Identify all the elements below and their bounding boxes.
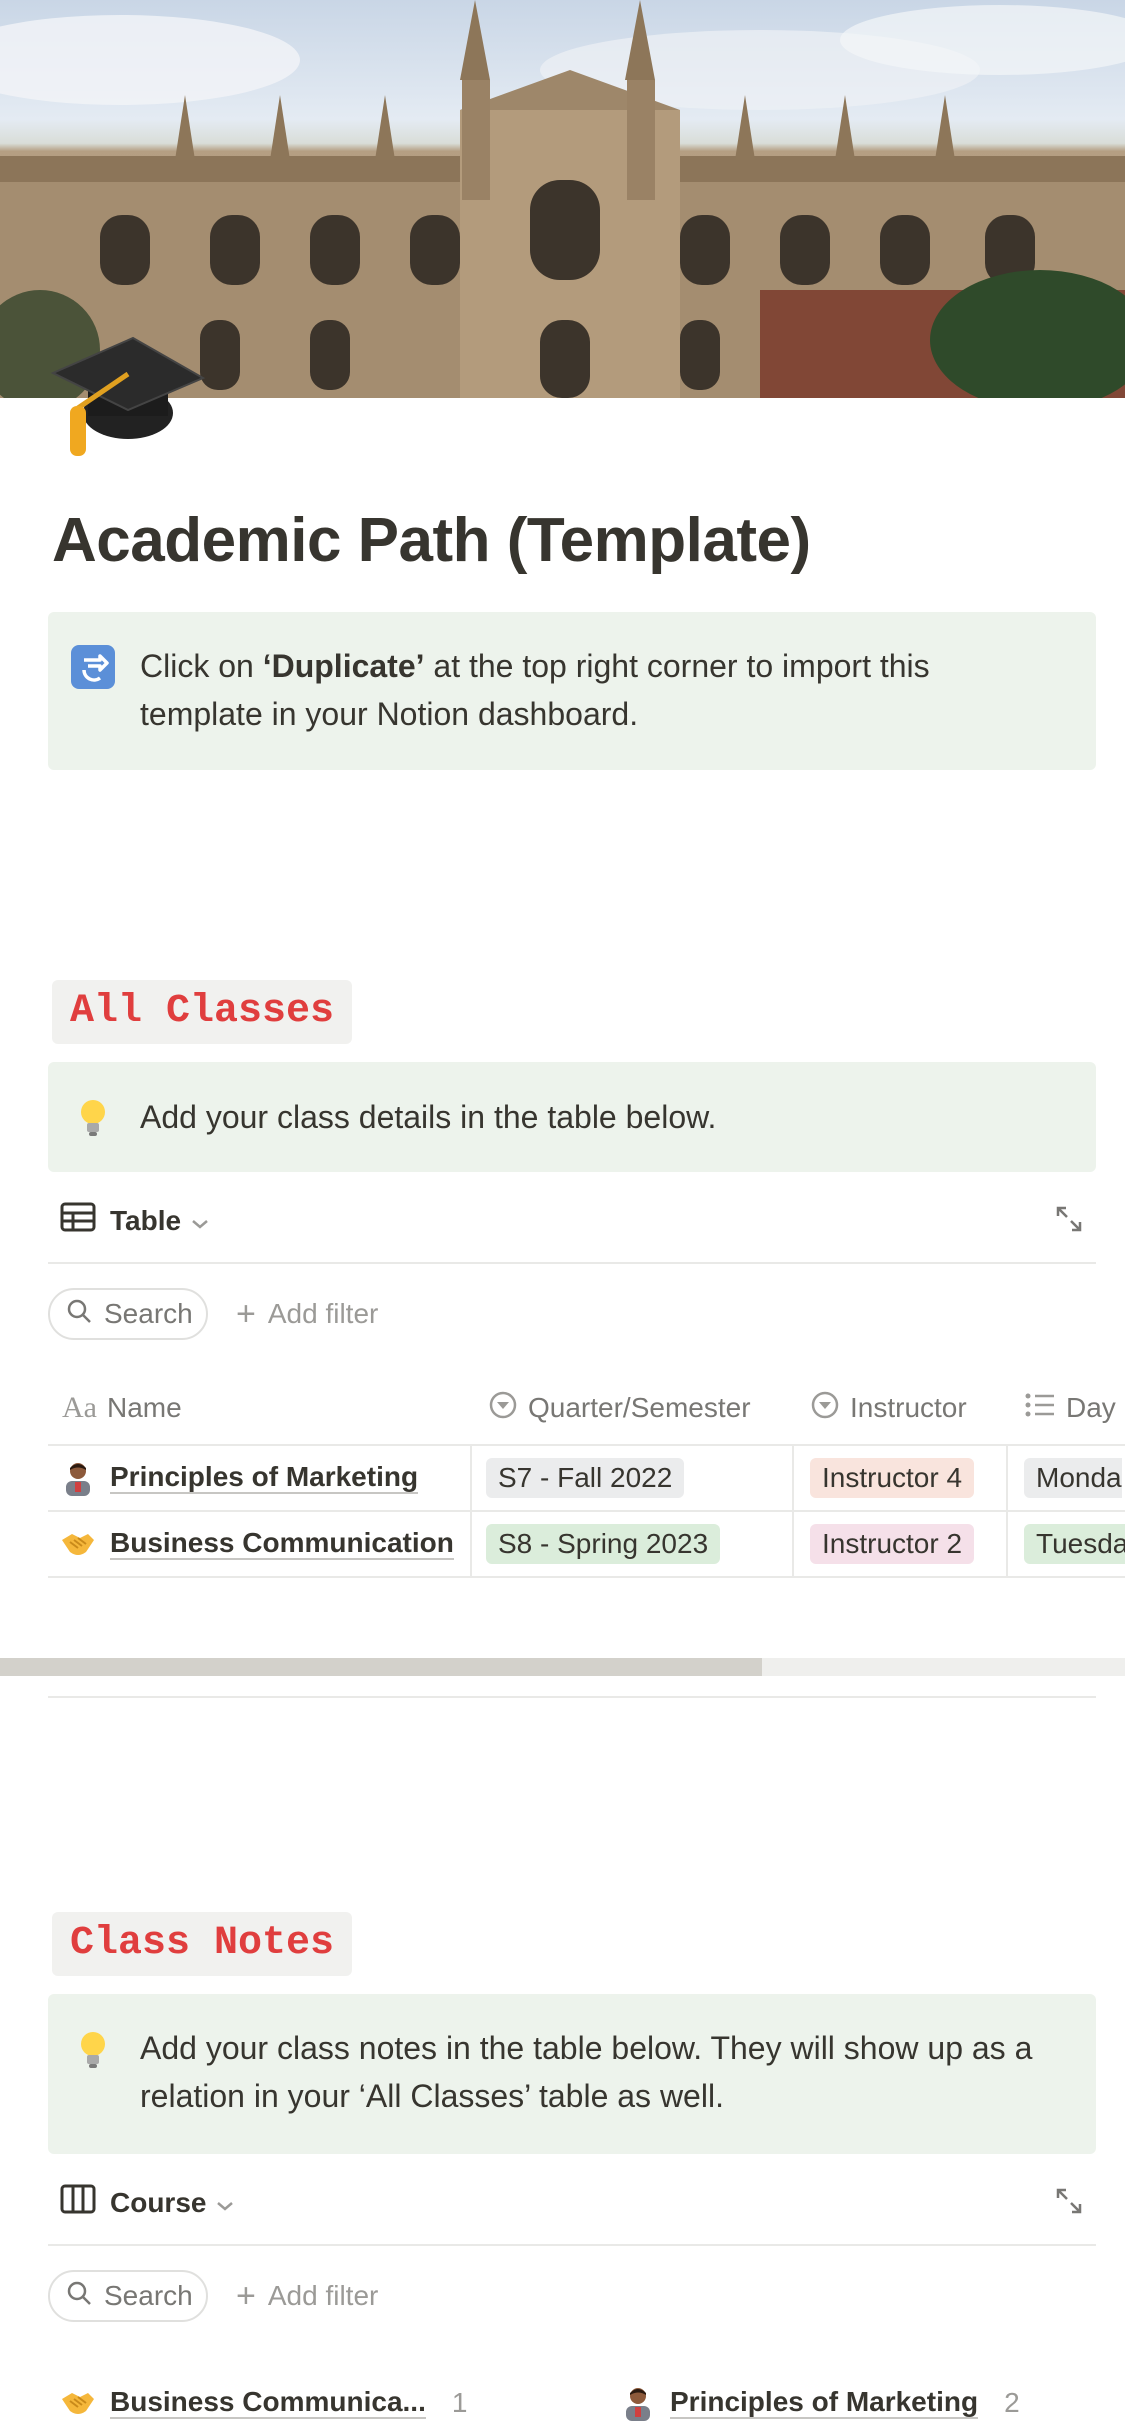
day-tag: Monda xyxy=(1024,1458,1122,1498)
callout-text: Click on ‘Duplicate’ at the top right co… xyxy=(140,648,930,732)
group-label: Principles of Marketing xyxy=(670,2386,979,2419)
select-icon xyxy=(488,1390,528,1427)
table-view-button[interactable]: Table xyxy=(60,1202,223,1239)
column-divider xyxy=(1006,1446,1008,1510)
search-button[interactable]: Search xyxy=(48,2270,208,2322)
instructor-tag: Instructor 2 xyxy=(810,1524,975,1564)
day-tag: Tuesda xyxy=(1024,1524,1125,1564)
table-icon xyxy=(60,1202,110,1239)
select-icon xyxy=(810,1390,850,1427)
board-icon xyxy=(60,2184,110,2221)
board-view-bar: Course xyxy=(48,2168,1096,2246)
text-aa-icon: Aa xyxy=(62,1391,97,1424)
duplicate-callout: Click on ‘Duplicate’ at the top right co… xyxy=(48,612,1096,770)
add-filter-label: Add filter xyxy=(267,1298,379,1329)
all-classes-heading: All Classes xyxy=(52,980,353,1044)
teacher-emoji-icon xyxy=(60,1460,96,1496)
column-divider xyxy=(470,1512,472,1576)
handshake-emoji-icon xyxy=(60,2385,96,2421)
board-group-header[interactable]: Principles of Marketing 2 xyxy=(620,2370,1020,2436)
group-count: 1 xyxy=(451,2387,468,2418)
column-divider xyxy=(792,1512,794,1576)
light-bulb-icon xyxy=(70,2026,116,2072)
column-divider xyxy=(1006,1512,1008,1576)
all-classes-table: Aa Name Quarter/Semester Instructor Day xyxy=(48,1372,1125,1578)
row-day-cell[interactable]: Monda xyxy=(1024,1446,1125,1510)
table-view-bar: Table xyxy=(48,1186,1096,1264)
expand-icon[interactable] xyxy=(1054,2186,1084,2221)
list-icon xyxy=(1024,1391,1066,1426)
instructor-tag: Instructor 4 xyxy=(810,1458,975,1498)
row-name-cell[interactable]: Principles of Marketing xyxy=(60,1446,419,1510)
class-notes-callout: Add your class notes in the table below.… xyxy=(48,1994,1096,2154)
quarter-tag: S7 - Fall 2022 xyxy=(486,1458,685,1498)
quarter-tag: S8 - Spring 2023 xyxy=(486,1524,721,1564)
class-details-callout: Add your class details in the table belo… xyxy=(48,1062,1096,1172)
row-quarter-cell[interactable]: S8 - Spring 2023 xyxy=(486,1512,721,1576)
column-header-instructor[interactable]: Instructor xyxy=(810,1372,967,1444)
row-quarter-cell[interactable]: S7 - Fall 2022 xyxy=(486,1446,685,1510)
teacher-emoji-icon xyxy=(620,2385,656,2421)
table-row[interactable]: Business Communication S8 - Spring 2023 … xyxy=(48,1512,1125,1578)
handshake-emoji-icon xyxy=(60,1526,96,1562)
chevron-down-icon xyxy=(191,1205,223,1237)
filter-row: Search + Add filter xyxy=(48,2270,1096,2330)
add-filter-button[interactable]: + Add filter xyxy=(236,2277,379,2315)
light-bulb-icon xyxy=(70,1094,116,1140)
view-label: Table xyxy=(110,1204,182,1236)
refresh-arrows-icon xyxy=(70,644,116,690)
row-day-cell[interactable]: Tuesda xyxy=(1024,1512,1125,1576)
plus-icon: + xyxy=(236,2277,256,2315)
add-filter-button[interactable]: + Add filter xyxy=(236,1295,379,1333)
column-divider xyxy=(470,1446,472,1510)
row-instructor-cell[interactable]: Instructor 2 xyxy=(810,1512,975,1576)
add-filter-label: Add filter xyxy=(267,2280,379,2311)
search-button[interactable]: Search xyxy=(48,1288,208,1340)
class-notes-heading: Class Notes xyxy=(52,1912,353,1976)
search-icon xyxy=(66,2280,104,2313)
plus-icon: + xyxy=(236,1295,256,1333)
board-group-header[interactable]: Business Communica... 1 xyxy=(60,2370,467,2436)
horizontal-scrollbar[interactable] xyxy=(0,1658,1125,1676)
column-header-quarter[interactable]: Quarter/Semester xyxy=(488,1372,751,1444)
class-notes-board: Business Communica... 1 Principles of Ma… xyxy=(48,2370,1125,2436)
callout-text: Add your class notes in the table below.… xyxy=(140,2030,1033,2114)
row-instructor-cell[interactable]: Instructor 4 xyxy=(810,1446,975,1510)
filter-row: Search + Add filter xyxy=(48,1288,1096,1348)
graduation-cap-icon[interactable] xyxy=(48,318,208,468)
search-label: Search xyxy=(104,2280,193,2311)
group-label: Business Communica... xyxy=(110,2386,426,2419)
group-count: 2 xyxy=(1004,2387,1020,2418)
board-view-button[interactable]: Course xyxy=(60,2184,248,2221)
scrollbar-thumb[interactable] xyxy=(0,1658,762,1676)
view-label: Course xyxy=(110,2186,207,2218)
chevron-down-icon xyxy=(216,2187,248,2219)
column-header-name[interactable]: Aa Name xyxy=(62,1372,182,1444)
expand-icon[interactable] xyxy=(1054,1204,1084,1239)
search-icon xyxy=(66,1298,104,1331)
table-header: Aa Name Quarter/Semester Instructor Day xyxy=(48,1372,1125,1446)
search-label: Search xyxy=(104,1298,193,1329)
row-name-cell[interactable]: Business Communication xyxy=(60,1512,454,1576)
page-title: Academic Path (Template) xyxy=(52,506,811,575)
divider xyxy=(48,1696,1096,1698)
callout-text: Add your class details in the table belo… xyxy=(140,1099,717,1135)
table-row[interactable]: Principles of Marketing S7 - Fall 2022 I… xyxy=(48,1446,1125,1512)
column-header-day[interactable]: Day xyxy=(1024,1372,1116,1444)
column-divider xyxy=(792,1446,794,1510)
